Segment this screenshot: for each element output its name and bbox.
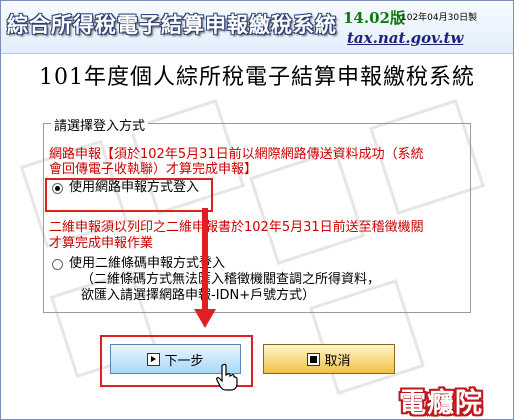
- stop-icon: [307, 352, 321, 366]
- barcode-filing-notice-line1: 二維申報須以列印之二維申報書於102年5月31日前送至稽徵機關: [49, 220, 424, 235]
- hand-cursor-icon: [216, 363, 238, 391]
- version-label: 14.02版: [343, 9, 405, 27]
- cancel-button-label: 取消: [324, 353, 351, 369]
- barcode-filing-notice-line2: 才算完成申報作業: [49, 236, 154, 251]
- next-button-label: 下一步: [164, 353, 204, 369]
- annotation-arrow-shaft: [202, 208, 208, 312]
- highlight-online-option: [45, 178, 213, 212]
- app-window: 綜合所得稅電子結算申報繳稅系統 14.02版 102年04月30日製 tax.n…: [0, 0, 514, 420]
- barcode-note-line2: 欲匯入請選擇網路申報-IDN+戶號方式）: [81, 288, 316, 303]
- app-title: 綜合所得稅電子結算申報繳稅系統: [7, 13, 337, 37]
- online-filing-notice-line1: 網路申報【須於102年5月31日前以網際網路傳送資料成功（系統: [49, 147, 424, 162]
- annotation-arrow-head: [194, 309, 216, 328]
- cancel-button[interactable]: 取消: [263, 344, 395, 374]
- header-bar: 綜合所得稅電子結算申報繳稅系統 14.02版 102年04月30日製 tax.n…: [1, 1, 513, 54]
- site-watermark: 電癮院: [399, 388, 483, 419]
- barcode-note-line1: （二維條碼方式無法匯入稽徵機關查調之所得資料，: [81, 272, 381, 287]
- version-date: 102年04月30日製: [401, 13, 478, 23]
- barcode-login-radio[interactable]: [52, 259, 63, 270]
- page-title: 101年度個人綜所稅電子結算申報繳稅系統: [39, 65, 475, 90]
- site-link[interactable]: tax.nat.gov.tw: [347, 29, 463, 47]
- play-icon: [147, 352, 161, 366]
- online-filing-notice-line2: 會回傳電子收執聯）才算完成申報】: [49, 162, 258, 177]
- login-method-legend: 請選擇登入方式: [51, 115, 149, 134]
